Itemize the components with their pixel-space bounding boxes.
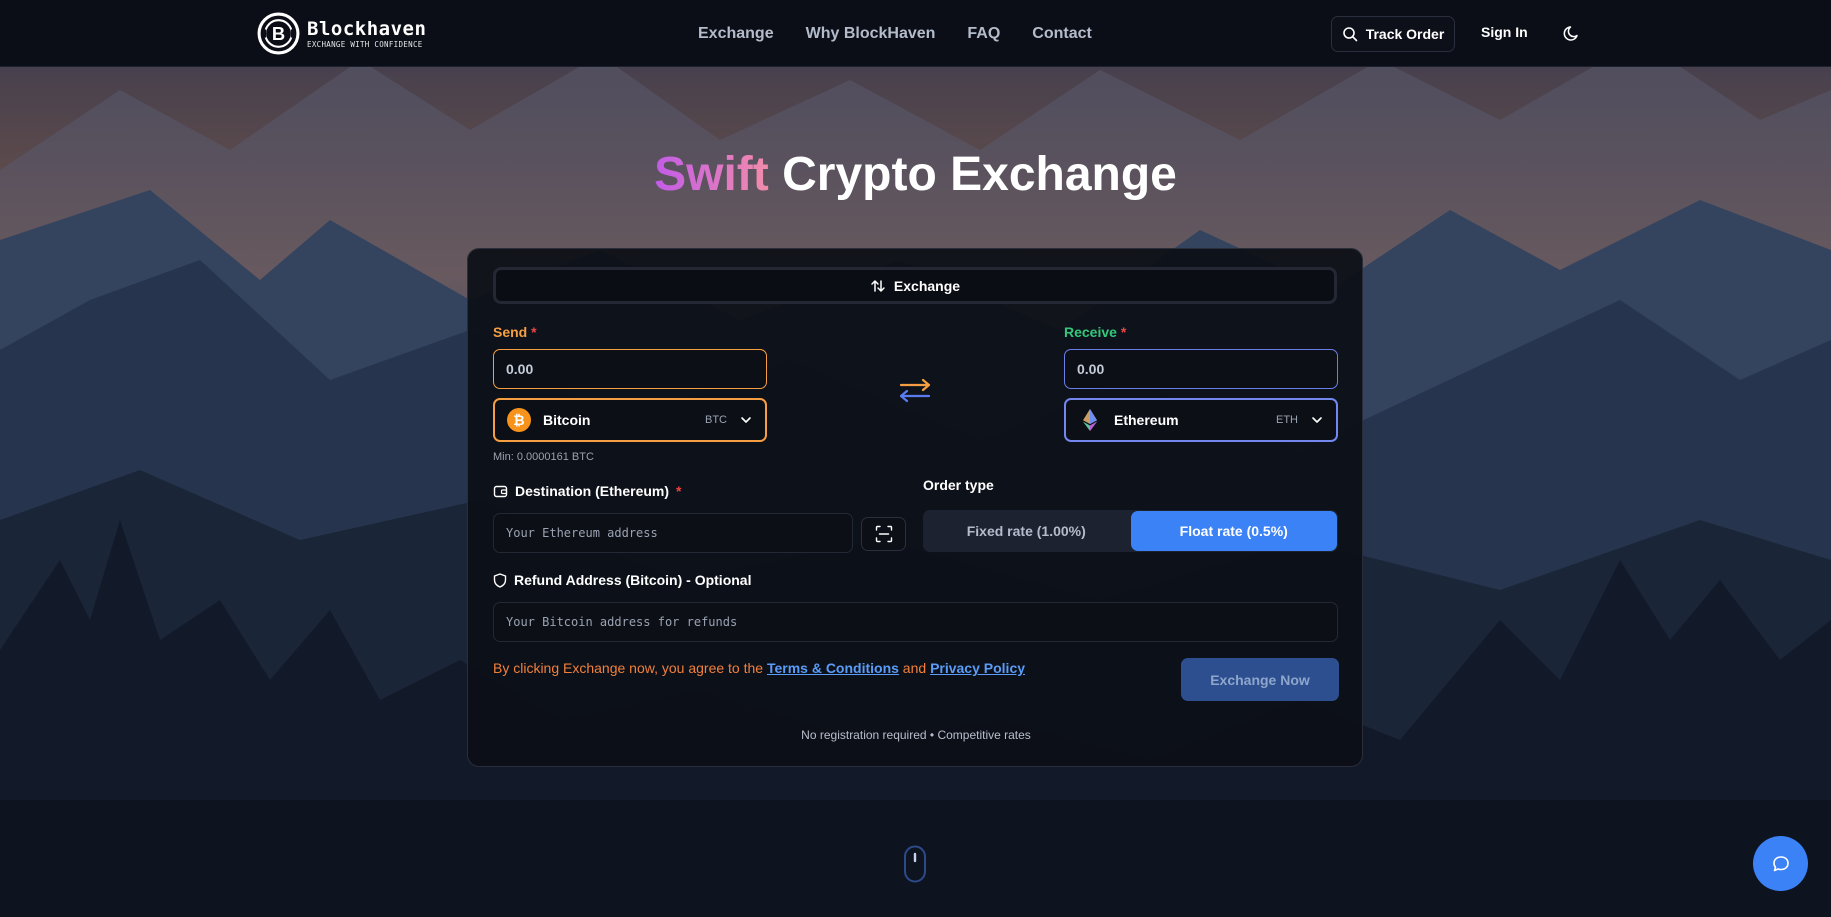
sign-in-link[interactable]: Sign In xyxy=(1481,24,1528,40)
svg-text:B: B xyxy=(272,23,285,44)
send-coin-name: Bitcoin xyxy=(543,412,591,428)
swap-vertical-icon xyxy=(871,279,885,292)
terms-link[interactable]: Terms & Conditions xyxy=(767,660,899,676)
scroll-mouse-icon xyxy=(904,845,926,883)
nav-contact[interactable]: Contact xyxy=(1032,25,1092,43)
send-amount-input[interactable] xyxy=(493,349,767,389)
float-rate-option[interactable]: Float rate (0.5%) xyxy=(1130,511,1337,551)
destination-label: Destination (Ethereum) * xyxy=(493,483,681,499)
required-mark: * xyxy=(1120,324,1127,340)
footnote-text: No registration required • Competitive r… xyxy=(801,728,1031,742)
terms-notice: By clicking Exchange now, you agree to t… xyxy=(493,660,1025,676)
order-type-toggle: Fixed rate (1.00%) Float rate (0.5%) xyxy=(923,510,1338,552)
receive-label: Receive * xyxy=(1064,324,1126,340)
svg-text:₿: ₿ xyxy=(513,412,524,428)
receive-label-text: Receive xyxy=(1064,324,1117,340)
bitcoin-icon: ₿ xyxy=(507,408,531,432)
wallet-icon xyxy=(493,485,508,497)
refund-address-input[interactable] xyxy=(493,602,1338,642)
tab-exchange[interactable]: Exchange xyxy=(493,267,1337,304)
fixed-rate-option[interactable]: Fixed rate (1.00%) xyxy=(923,510,1130,552)
brand-logo[interactable]: B Blockhaven EXCHANGE WITH CONFIDENCE xyxy=(256,11,426,56)
terms-and: and xyxy=(898,660,931,676)
required-mark: * xyxy=(531,324,537,340)
receive-amount-input[interactable] xyxy=(1064,349,1338,389)
title-accent: Swift xyxy=(654,148,769,201)
track-order-label: Track Order xyxy=(1365,26,1445,42)
nav-faq[interactable]: FAQ xyxy=(967,25,1000,43)
send-coin-select[interactable]: ₿ Bitcoin BTC xyxy=(493,398,767,442)
bitcoin-logo-icon: B xyxy=(257,12,300,55)
scan-qr-button[interactable] xyxy=(861,517,906,551)
send-label: Send * xyxy=(493,324,537,340)
brand-tagline: EXCHANGE WITH CONFIDENCE xyxy=(307,40,423,49)
receive-coin-ticker: ETH xyxy=(1276,414,1298,426)
search-icon xyxy=(1342,27,1357,42)
exchange-now-button[interactable]: Exchange Now xyxy=(1181,658,1339,701)
terms-prefix: By clicking Exchange now, you agree to t… xyxy=(493,660,767,676)
destination-label-text: Destination (Ethereum) xyxy=(515,483,670,499)
shield-icon xyxy=(493,572,507,588)
tab-exchange-label: Exchange xyxy=(893,277,961,294)
order-type-label: Order type xyxy=(923,477,994,493)
receive-coin-select[interactable]: Ethereum ETH xyxy=(1064,398,1338,442)
nav-exchange[interactable]: Exchange xyxy=(698,25,774,43)
ethereum-icon xyxy=(1083,409,1097,431)
privacy-link[interactable]: Privacy Policy xyxy=(930,660,1025,676)
send-coin-ticker: BTC xyxy=(705,414,727,426)
brand-name: Blockhaven xyxy=(307,18,427,40)
scan-icon xyxy=(875,525,892,543)
min-amount-text: Min: 0.0000161 BTC xyxy=(493,451,594,463)
chat-bubble-icon xyxy=(1772,855,1789,871)
moon-icon[interactable] xyxy=(1562,23,1582,43)
refund-label: Refund Address (Bitcoin) - Optional xyxy=(493,572,751,588)
receive-coin-name: Ethereum xyxy=(1114,412,1179,428)
required-mark: * xyxy=(676,483,682,499)
track-order-button[interactable]: Track Order xyxy=(1331,16,1455,52)
nav-why-blockhaven[interactable]: Why BlockHaven xyxy=(806,25,936,43)
chat-button[interactable] xyxy=(1753,836,1808,891)
top-navbar: B Blockhaven EXCHANGE WITH CONFIDENCE Ex… xyxy=(0,0,1831,67)
refund-label-text: Refund Address (Bitcoin) - Optional xyxy=(514,572,752,588)
main-nav: Exchange Why BlockHaven FAQ Contact xyxy=(698,0,1092,67)
swap-arrows-icon[interactable] xyxy=(893,377,937,411)
chevron-down-icon xyxy=(1312,417,1322,423)
chevron-down-icon xyxy=(741,417,751,423)
page-title: Swift Crypto Exchange xyxy=(0,147,1831,202)
send-label-text: Send xyxy=(493,324,528,340)
title-rest: Crypto Exchange xyxy=(782,148,1177,201)
destination-address-input[interactable] xyxy=(493,513,853,553)
exchange-card: Exchange Send * ₿ Bitcoin BTC Min: 0.000… xyxy=(467,248,1363,767)
